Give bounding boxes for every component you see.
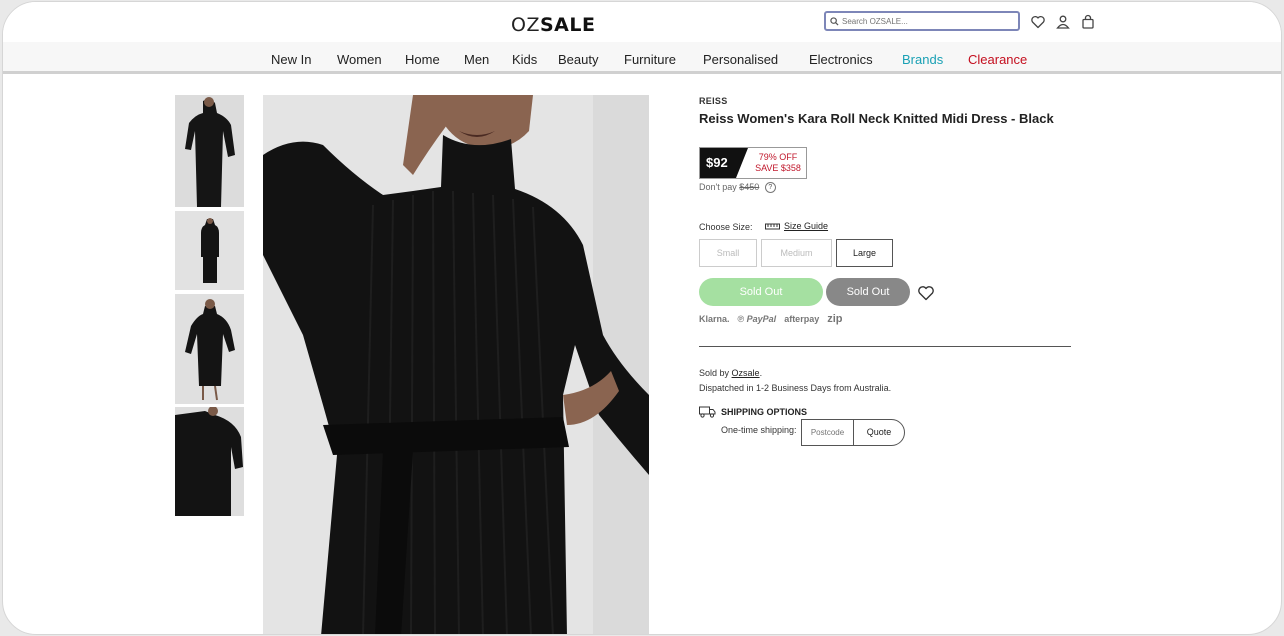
nav-new-in[interactable]: New In	[271, 52, 311, 67]
size-large-button[interactable]: Large	[836, 239, 893, 267]
nav-women[interactable]: Women	[337, 52, 382, 67]
truck-icon	[699, 406, 716, 418]
size-guide-label: Size Guide	[784, 221, 829, 231]
main-product-image[interactable]	[263, 95, 649, 634]
payment-methods: Klarna. ℗ PayPal afterpay zip	[699, 313, 842, 325]
sold-by-line: Sold by Ozsale.	[699, 368, 763, 378]
seller-link[interactable]: Ozsale	[732, 368, 760, 378]
thumbnail-image[interactable]	[175, 211, 244, 290]
original-price-note: Don't pay $450 ?	[699, 182, 776, 194]
klarna-logo: Klarna.	[699, 314, 730, 324]
nav-home[interactable]: Home	[405, 52, 440, 67]
size-medium-button[interactable]: Medium	[761, 239, 832, 267]
paypal-text: PayPal	[746, 314, 777, 324]
paypal-logo: ℗ PayPal	[737, 314, 777, 324]
one-time-shipping-label: One-time shipping:	[721, 425, 797, 435]
question-icon[interactable]: ?	[764, 182, 776, 194]
browser-frame: OZSALE New In Women Home Men Kids Beauty…	[2, 1, 1282, 635]
main-nav: New In Women Home Men Kids Beauty Furnit…	[3, 42, 1281, 74]
sold-out-secondary-button[interactable]: Sold Out	[826, 278, 910, 306]
shipping-options-heading: SHIPPING OPTIONS	[699, 406, 807, 418]
wishlist-heart-icon[interactable]	[1030, 14, 1046, 30]
shipping-quote-group: Quote	[801, 419, 905, 446]
save-amount: SAVE $358	[755, 163, 801, 173]
nav-personalised[interactable]: Personalised	[703, 52, 778, 67]
logo[interactable]: OZSALE	[511, 14, 595, 36]
nav-electronics[interactable]: Electronics	[809, 52, 873, 67]
thumbnail-image[interactable]	[175, 95, 244, 207]
thumbnail-image[interactable]	[175, 294, 244, 404]
header-icons	[1030, 14, 1096, 30]
original-price: $450	[739, 182, 760, 192]
divider	[699, 346, 1071, 347]
add-to-wishlist-heart-icon[interactable]	[917, 285, 935, 306]
afterpay-logo: afterpay	[784, 314, 820, 324]
logo-sale: SALE	[539, 14, 596, 36]
price-box: $92 79% OFF SAVE $358	[699, 147, 807, 179]
sold-by-label: Sold by	[699, 368, 730, 378]
dispatch-info: Dispatched in 1-2 Business Days from Aus…	[699, 383, 892, 393]
nav-clearance[interactable]: Clearance	[968, 52, 1027, 67]
postcode-input[interactable]	[802, 420, 854, 445]
product-title: Reiss Women's Kara Roll Neck Knitted Mid…	[699, 111, 1054, 126]
ruler-icon	[765, 223, 780, 229]
shopping-bag-icon[interactable]	[1080, 14, 1096, 30]
brand-name[interactable]: REISS	[699, 96, 728, 106]
nav-beauty[interactable]: Beauty	[558, 52, 598, 67]
quote-button[interactable]: Quote	[854, 420, 904, 445]
search-box[interactable]	[824, 11, 1020, 31]
nav-men[interactable]: Men	[464, 52, 489, 67]
account-user-icon[interactable]	[1055, 14, 1071, 30]
discount-percent: 79% OFF	[758, 152, 798, 162]
discount-info: 79% OFF SAVE $358	[751, 152, 805, 174]
shipping-title: SHIPPING OPTIONS	[721, 407, 808, 417]
size-small-button[interactable]: Small	[699, 239, 757, 267]
top-bar: OZSALE	[3, 2, 1281, 42]
thumbnail-image[interactable]	[175, 407, 244, 516]
nav-kids[interactable]: Kids	[512, 52, 537, 67]
logo-oz: OZ	[511, 14, 540, 36]
size-guide-link[interactable]: Size Guide	[765, 221, 828, 231]
dont-pay-label: Don't pay	[699, 182, 737, 192]
zip-logo: zip	[827, 313, 843, 325]
search-input[interactable]	[842, 16, 1002, 26]
nav-brands[interactable]: Brands	[902, 52, 943, 67]
nav-furniture[interactable]: Furniture	[624, 52, 676, 67]
choose-size-label: Choose Size:	[699, 222, 753, 232]
search-icon	[830, 16, 839, 26]
sale-price: $92	[700, 148, 748, 178]
sold-out-button[interactable]: Sold Out	[699, 278, 823, 306]
